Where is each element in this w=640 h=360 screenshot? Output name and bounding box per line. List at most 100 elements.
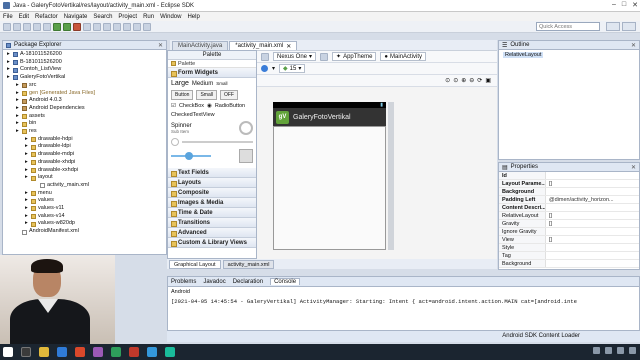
property-row[interactable]: Gravity[] bbox=[499, 220, 639, 228]
tab-console[interactable]: Console bbox=[270, 278, 301, 285]
app-icon[interactable] bbox=[111, 347, 121, 357]
close-button[interactable]: ✕ bbox=[632, 1, 638, 9]
menu-window[interactable]: Window bbox=[160, 14, 181, 20]
expand-arrow-icon[interactable]: ▸ bbox=[16, 120, 20, 128]
close-icon[interactable]: ✕ bbox=[158, 42, 163, 49]
progress-small-icon[interactable] bbox=[171, 138, 179, 146]
property-value[interactable] bbox=[546, 204, 639, 211]
widget-toggle-button[interactable]: OFF bbox=[219, 90, 238, 100]
expand-arrow-icon[interactable]: ▸ bbox=[16, 113, 20, 121]
tree-item[interactable]: ▸ drawable-mdpi bbox=[5, 151, 164, 159]
expand-arrow-icon[interactable]: ▸ bbox=[25, 143, 29, 151]
tree-item[interactable]: activity_main.xml bbox=[5, 182, 164, 190]
widget-medium-text[interactable]: Medium bbox=[192, 81, 213, 87]
menu-project[interactable]: Project bbox=[118, 14, 137, 20]
expand-arrow-icon[interactable]: ▸ bbox=[16, 82, 20, 90]
tree-item[interactable]: ▸ menu bbox=[5, 190, 164, 198]
expand-arrow-icon[interactable]: ▸ bbox=[25, 151, 29, 159]
tree-item[interactable]: ▸ bin bbox=[5, 120, 164, 128]
network-icon[interactable] bbox=[593, 347, 600, 354]
property-row[interactable]: RelativeLayout[] bbox=[499, 212, 639, 220]
screenshot-icon[interactable]: ▣ bbox=[485, 77, 491, 84]
property-row[interactable]: Background bbox=[499, 188, 639, 196]
editor-bottom-tab[interactable]: activity_main.xml bbox=[222, 259, 275, 269]
debug-icon[interactable] bbox=[53, 22, 61, 31]
menu-file[interactable]: File bbox=[3, 14, 13, 20]
tree-item[interactable]: AndroidManifest.xml bbox=[5, 228, 164, 236]
expand-arrow-icon[interactable]: ▸ bbox=[7, 59, 11, 67]
property-value[interactable]: [] bbox=[546, 212, 639, 219]
tree-item[interactable]: ▸ GaleryFotoVertikal bbox=[5, 74, 164, 82]
progress-bar-horizontal[interactable] bbox=[182, 141, 253, 143]
menu-run[interactable]: Run bbox=[143, 14, 154, 20]
new-package-icon[interactable] bbox=[93, 22, 101, 31]
zoom-fit-icon[interactable]: ⊙ bbox=[445, 77, 450, 84]
progress-large-icon[interactable] bbox=[239, 121, 253, 135]
print-icon[interactable] bbox=[23, 22, 31, 31]
file-explorer-icon[interactable] bbox=[39, 347, 49, 357]
battery-tray-icon[interactable] bbox=[617, 347, 624, 354]
tab-javadoc[interactable]: Javadoc bbox=[203, 279, 225, 285]
seekbar-widget[interactable] bbox=[171, 152, 211, 160]
eclipse-taskbar-icon[interactable] bbox=[93, 347, 103, 357]
zoom-out-icon[interactable]: ⊖ bbox=[469, 77, 474, 84]
tree-item[interactable]: ▸ B-181011526200 bbox=[5, 59, 164, 67]
package-explorer-tab[interactable]: Package Explorer ✕ bbox=[3, 41, 166, 50]
menu-edit[interactable]: Edit bbox=[19, 14, 29, 20]
tab-declaration[interactable]: Declaration bbox=[233, 279, 263, 285]
tree-item[interactable]: ▸ values bbox=[5, 197, 164, 205]
expand-arrow-icon[interactable]: ▸ bbox=[7, 74, 11, 82]
palette-category[interactable]: Advanced bbox=[168, 228, 256, 238]
relative-layout-preview[interactable] bbox=[273, 126, 386, 250]
editor-bottom-tab[interactable]: Graphical Layout bbox=[169, 259, 221, 269]
tree-item[interactable]: ▸ Android 4.0.3 bbox=[5, 97, 164, 105]
tree-item[interactable]: ▸ drawable-ldpi bbox=[5, 143, 164, 151]
zoom-real-icon[interactable]: ⊙ bbox=[453, 77, 458, 84]
property-row[interactable]: Ignore Gravity bbox=[499, 228, 639, 236]
tree-item[interactable]: ▸ values-w820dp bbox=[5, 220, 164, 228]
palette-category[interactable]: Text Fields bbox=[168, 168, 256, 178]
widget-checkedtextview[interactable]: CheckedTextView bbox=[171, 112, 253, 118]
property-value[interactable]: [] bbox=[546, 236, 639, 243]
tree-item[interactable]: ▸ layout bbox=[5, 174, 164, 182]
new-icon[interactable] bbox=[3, 22, 11, 31]
widget-checkbox[interactable]: CheckBox bbox=[179, 103, 204, 109]
android-sdk-icon[interactable] bbox=[33, 22, 41, 31]
outline-tab[interactable]: ☰ Outline ✕ bbox=[499, 41, 639, 50]
avd-icon[interactable] bbox=[43, 22, 51, 31]
property-row[interactable]: Content Descri... bbox=[499, 204, 639, 212]
palette-category[interactable]: Custom & Library Views bbox=[168, 238, 256, 248]
save-icon[interactable] bbox=[13, 22, 21, 31]
expand-arrow-icon[interactable]: ▸ bbox=[25, 220, 29, 228]
palette-options[interactable]: Palette bbox=[168, 60, 256, 68]
menu-navigate[interactable]: Navigate bbox=[64, 14, 88, 20]
close-icon[interactable]: ✕ bbox=[631, 164, 636, 171]
tab-problems[interactable]: Problems bbox=[171, 279, 196, 285]
widget-small-button[interactable]: Small bbox=[196, 90, 217, 100]
property-value[interactable] bbox=[546, 188, 639, 195]
device-preview[interactable]: ▮ gV GaleryFotoVertikal bbox=[273, 102, 386, 250]
maximize-button[interactable]: □ bbox=[622, 1, 626, 9]
menu-search[interactable]: Search bbox=[93, 14, 112, 20]
tree-item[interactable]: ▸ src bbox=[5, 82, 164, 90]
expand-arrow-icon[interactable]: ▸ bbox=[25, 205, 29, 213]
back-icon[interactable] bbox=[133, 22, 141, 31]
property-row[interactable]: Background bbox=[499, 260, 639, 268]
properties-tab[interactable]: ▤ Properties ✕ bbox=[499, 163, 639, 172]
palette-category[interactable]: Transitions bbox=[168, 218, 256, 228]
tree-item[interactable]: ▸ Android Dependencies bbox=[5, 105, 164, 113]
widget-button[interactable]: Button bbox=[171, 90, 194, 100]
zoom-in-icon[interactable]: ⊕ bbox=[461, 77, 466, 84]
tree-item[interactable]: ▸ assets bbox=[5, 113, 164, 121]
property-value[interactable] bbox=[546, 172, 639, 179]
property-value[interactable]: @dimen/activity_horizon... bbox=[546, 196, 639, 203]
open-perspective-icon[interactable] bbox=[606, 22, 620, 31]
minimize-button[interactable]: – bbox=[612, 1, 616, 9]
property-row[interactable]: Style bbox=[499, 244, 639, 252]
tree-item[interactable]: ▸ drawable-xxhdpi bbox=[5, 167, 164, 175]
tree-item[interactable]: ▸ A-181011526200 bbox=[5, 51, 164, 59]
editor-tab[interactable]: MainActivity.java bbox=[172, 41, 229, 50]
expand-arrow-icon[interactable]: ▸ bbox=[16, 128, 20, 136]
java-perspective-icon[interactable] bbox=[622, 22, 636, 31]
tree-item[interactable]: ▸ Contoh_ListView bbox=[5, 66, 164, 74]
